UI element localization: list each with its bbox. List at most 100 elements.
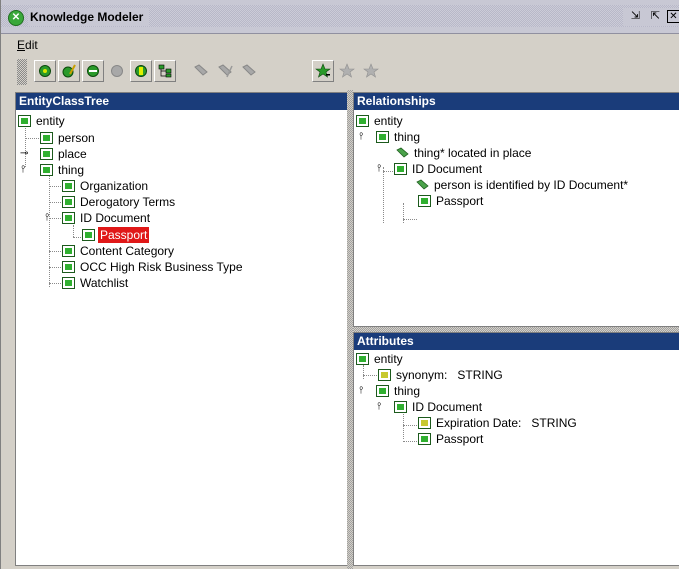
class-node-icon: [62, 277, 75, 289]
collapse-handle-icon[interactable]: ⫯: [21, 165, 25, 175]
tree-node-label: thing: [394, 130, 421, 144]
panel-header-entity-class-tree: EntityClassTree: [16, 93, 347, 110]
panel-header-relationships: Relationships: [354, 93, 679, 110]
collapse-handle-icon[interactable]: ⫯: [377, 164, 381, 174]
class-node-icon: [394, 163, 407, 175]
class-disabled-icon: [111, 65, 123, 77]
tree-connector: [403, 219, 417, 220]
attribute-node-icon: [418, 417, 431, 429]
class-node-icon: [394, 401, 407, 413]
relation-icon: [396, 147, 409, 158]
star-add-icon: [315, 63, 331, 78]
hierarchy-icon: [158, 64, 172, 78]
class-node-icon: [376, 131, 389, 143]
relationships-tree[interactable]: entity ⫯ thing thing* located in place ⫯…: [354, 111, 679, 326]
tree-connector: [49, 251, 61, 252]
class-button[interactable]: [82, 60, 104, 82]
class-node-icon: [418, 195, 431, 207]
close-icon[interactable]: ✕: [667, 10, 679, 23]
toolbar: [1, 56, 679, 88]
tree-node-label: Expiration Date: STRING: [436, 416, 577, 430]
add-class-button[interactable]: [34, 60, 56, 82]
toolbar-grip[interactable]: [17, 59, 27, 85]
tree-connector: [49, 186, 61, 187]
class-node-icon: [376, 385, 389, 397]
tree-node-label: ID Document: [412, 400, 483, 414]
tree-node-label: Organization: [80, 179, 149, 193]
tree-node-label: thing* located in place: [414, 146, 532, 160]
tree-node-label: entity: [36, 114, 65, 128]
window-title: Knowledge Modeler: [28, 8, 150, 26]
edit-class-icon: [62, 64, 76, 78]
menu-bar: Edit: [1, 35, 679, 56]
tree-connector: [73, 225, 74, 237]
tree-node-label: ID Document: [412, 162, 483, 176]
tree-connector: [403, 441, 417, 442]
class-node-icon: [18, 115, 31, 127]
tree-connector: [363, 365, 364, 379]
class-node-icon: [40, 132, 53, 144]
add-class-icon: [39, 65, 51, 77]
collapse-handle-icon[interactable]: ⫯: [359, 386, 363, 396]
relation-edit-button[interactable]: [214, 60, 236, 82]
maximize-icon[interactable]: ⇱: [647, 9, 664, 25]
relation-delete-button[interactable]: [238, 60, 260, 82]
star-add-button[interactable]: [312, 60, 334, 82]
tree-node-label: Passport: [436, 194, 484, 208]
class-node-icon: [62, 180, 75, 192]
relation-delete-icon: [242, 64, 256, 76]
relation-edit-icon: [218, 64, 233, 78]
class-disabled-button[interactable]: [106, 60, 128, 82]
tree-node-label: Derogatory Terms: [80, 195, 176, 209]
app-logo-icon: ✕: [8, 10, 24, 26]
tree-node-label: synonym: STRING: [396, 368, 503, 382]
class-node-icon: [40, 148, 53, 160]
tree-connector: [49, 267, 61, 268]
class-node-icon: [418, 433, 431, 445]
star-edit-icon: [339, 63, 355, 78]
collapse-handle-icon[interactable]: ⫯: [359, 132, 363, 142]
relation-add-button[interactable]: [190, 60, 212, 82]
window-controls: ⇲ ⇱ ✕: [623, 8, 679, 26]
tree-node-label: place: [58, 147, 87, 161]
class-node-icon: [62, 245, 75, 257]
tree-connector: [25, 125, 26, 167]
tree-connector: [363, 375, 377, 376]
panel-header-attributes: Attributes: [354, 333, 679, 350]
class-node-icon: [356, 115, 369, 127]
star-button[interactable]: [360, 60, 382, 82]
menu-edit-mnemonic: E: [17, 38, 26, 52]
tree-connector: [403, 425, 417, 426]
instance-button[interactable]: [130, 60, 152, 82]
tree-connector: [25, 138, 39, 139]
expand-handle-icon[interactable]: ⊸: [20, 149, 28, 159]
class-node-icon: [40, 164, 53, 176]
class-icon: [87, 65, 99, 77]
tree-connector: [383, 167, 384, 223]
relation-icon: [416, 179, 429, 190]
collapse-handle-icon[interactable]: ⫯: [45, 213, 49, 223]
tree-node-label: Content Category: [80, 244, 175, 258]
tree-node-label: thing: [58, 163, 85, 177]
tree-connector: [403, 203, 404, 223]
minimize-icon[interactable]: ⇲: [627, 9, 644, 25]
entity-class-tree[interactable]: entity person ⊸ place ⫯ thing Organizati…: [16, 111, 347, 565]
tree-node-label: person: [58, 131, 95, 145]
edit-class-button[interactable]: [58, 60, 80, 82]
attribute-node-icon: [378, 369, 391, 381]
menu-edit-label: dit: [25, 38, 38, 52]
star-edit-button[interactable]: [336, 60, 358, 82]
class-node-icon: [62, 196, 75, 208]
menu-edit[interactable]: Edit: [17, 38, 38, 52]
attributes-tree[interactable]: entity synonym: STRING ⫯ thing ⫯ ID Docu…: [354, 351, 679, 565]
tree-node-label: OCC High Risk Business Type: [80, 260, 243, 274]
collapse-handle-icon[interactable]: ⫯: [377, 402, 381, 412]
tree-node-label: entity: [374, 352, 403, 366]
tree-node-label: entity: [374, 114, 403, 128]
title-bar[interactable]: ✕ Knowledge Modeler ⇲ ⇱ ✕: [1, 0, 679, 34]
class-node-icon: [62, 212, 75, 224]
tree-connector: [49, 202, 61, 203]
hierarchy-button[interactable]: [154, 60, 176, 82]
tree-node-label: person is identified by ID Document*: [434, 178, 629, 192]
relationships-panel: Relationships entity ⫯ thing thing* loca…: [353, 92, 679, 327]
